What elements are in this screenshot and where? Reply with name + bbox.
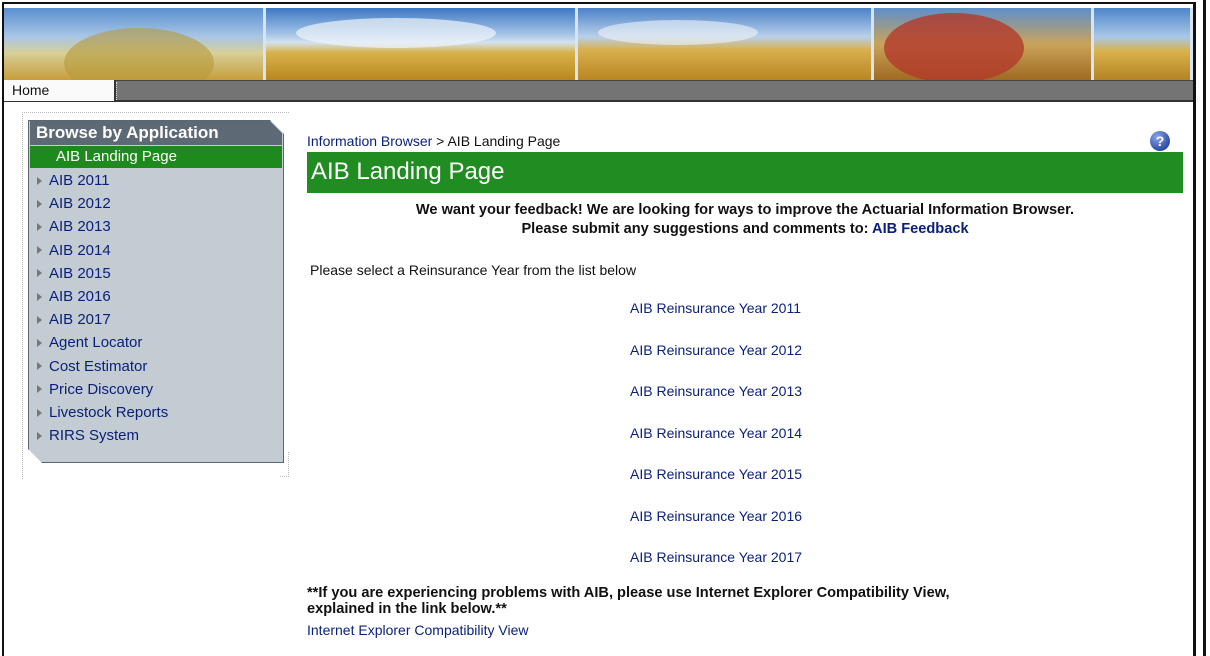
select-year-prompt: Please select a Reinsurance Year from th…: [310, 262, 637, 278]
breadcrumb-separator: >: [432, 133, 448, 149]
triangle-right-icon: [37, 338, 42, 347]
page-title: AIB Landing Page: [307, 152, 1183, 193]
triangle-right-icon: [37, 315, 42, 324]
reinsurance-year-link[interactable]: AIB Reinsurance Year 2017: [630, 549, 802, 565]
aib-feedback-link[interactable]: AIB Feedback: [872, 221, 969, 237]
sidebar-item-cost-estimator[interactable]: Cost Estimator: [35, 356, 147, 378]
sidebar-item-label: AIB 2016: [49, 288, 111, 305]
triangle-right-icon: [37, 269, 42, 278]
sidebar-item-label: Price Discovery: [49, 380, 154, 398]
banner-cloud-shape: [296, 18, 496, 48]
banner-panel-wheat: [4, 8, 266, 80]
header-banner: [4, 8, 1193, 80]
window-edge: [1203, 0, 1206, 656]
compatibility-notice-line-1: **If you are experiencing problems with …: [307, 585, 950, 601]
home-tab-label: Home: [12, 82, 50, 98]
sidebar-heading: Browse by Application: [30, 121, 282, 145]
breadcrumb-information-browser[interactable]: Information Browser: [307, 133, 432, 149]
sidebar-item-label: RIRS System: [49, 427, 140, 445]
reinsurance-year-link[interactable]: AIB Reinsurance Year 2011: [630, 300, 801, 316]
reinsurance-year-link[interactable]: AIB Reinsurance Year 2016: [630, 508, 802, 524]
compatibility-notice-line-2: explained in the link below.**: [307, 601, 507, 617]
sidebar-item-aib-2016[interactable]: AIB 2016: [35, 286, 111, 308]
sidebar-item-aib-2017[interactable]: AIB 2017: [35, 309, 111, 331]
sidebar-resize-handle[interactable]: [280, 452, 289, 477]
triangle-right-icon: [37, 176, 42, 185]
sidebar-item-label: AIB 2014: [49, 241, 111, 259]
sidebar-item-label: AIB 2017: [49, 311, 111, 329]
banner-panel-field: [266, 8, 578, 80]
compatibility-notice: **If you are experiencing problems with …: [307, 585, 1187, 617]
reinsurance-year-link[interactable]: AIB Reinsurance Year 2013: [630, 383, 802, 399]
reinsurance-year-link[interactable]: AIB Reinsurance Year 2014: [630, 425, 802, 441]
sidebar-item-price-discovery[interactable]: Price Discovery: [35, 379, 153, 401]
sidebar-item-rirs-system[interactable]: RIRS System: [35, 425, 139, 447]
triangle-right-icon: [37, 246, 42, 255]
reinsurance-year-link[interactable]: AIB Reinsurance Year 2015: [630, 466, 802, 482]
triangle-right-icon: [37, 292, 42, 301]
sidebar-item-aib-landing-page[interactable]: AIB Landing Page: [30, 146, 282, 168]
triangle-right-icon: [37, 431, 42, 440]
sidebar-item-aib-2014[interactable]: AIB 2014: [35, 240, 111, 262]
help-icon[interactable]: ?: [1150, 131, 1170, 151]
sidebar-item-aib-2011[interactable]: AIB 2011: [35, 170, 110, 192]
feedback-message: We want your feedback! We are looking fo…: [307, 201, 1183, 239]
sidebar-item-aib-2015[interactable]: AIB 2015: [35, 263, 111, 285]
banner-panel-hen: [874, 8, 1094, 80]
breadcrumb-current: AIB Landing Page: [447, 133, 561, 149]
triangle-right-icon: [37, 222, 42, 231]
feedback-line-1: We want your feedback! We are looking fo…: [415, 202, 1075, 218]
banner-cloud-shape-2: [598, 20, 758, 45]
feedback-line-2: Please submit any suggestions and commen…: [307, 220, 1183, 239]
feedback-prefix: Please submit any suggestions and commen…: [521, 221, 873, 237]
sidebar-item-aib-2012[interactable]: AIB 2012: [35, 193, 111, 215]
sidebar-item-label: AIB 2011: [49, 172, 110, 189]
sidebar-item-label: AIB 2012: [49, 195, 111, 213]
sidebar-item-aib-2013[interactable]: AIB 2013: [35, 216, 111, 238]
sidebar-item-label: Livestock Reports: [49, 404, 169, 421]
triangle-right-icon: [37, 385, 42, 394]
banner-wheat-shape: [64, 28, 214, 80]
sidebar-item-label: Cost Estimator: [49, 357, 148, 375]
tab-grip: [116, 82, 120, 100]
sidebar-item-label: AIB 2015: [49, 264, 111, 282]
banner-panel-grain: [1094, 8, 1193, 80]
home-tab[interactable]: Home: [4, 80, 117, 101]
banner-hen-shape: [884, 13, 1024, 80]
reinsurance-year-link[interactable]: AIB Reinsurance Year 2012: [630, 342, 802, 358]
top-nav-bar: [4, 80, 1193, 102]
triangle-right-icon: [37, 199, 42, 208]
sidebar-item-label: AIB 2013: [49, 218, 111, 236]
triangle-right-icon: [37, 408, 42, 417]
sidebar-item-livestock-reports[interactable]: Livestock Reports: [35, 402, 168, 424]
banner-panel-field-2: [578, 8, 874, 80]
ie-compatibility-view-link[interactable]: Internet Explorer Compatibility View: [307, 622, 529, 638]
sidebar-item-label: Agent Locator: [49, 334, 143, 352]
triangle-right-icon: [37, 362, 42, 371]
breadcrumb: Information Browser > AIB Landing Page: [307, 133, 560, 149]
sidebar-item-agent-locator[interactable]: Agent Locator: [35, 332, 142, 354]
